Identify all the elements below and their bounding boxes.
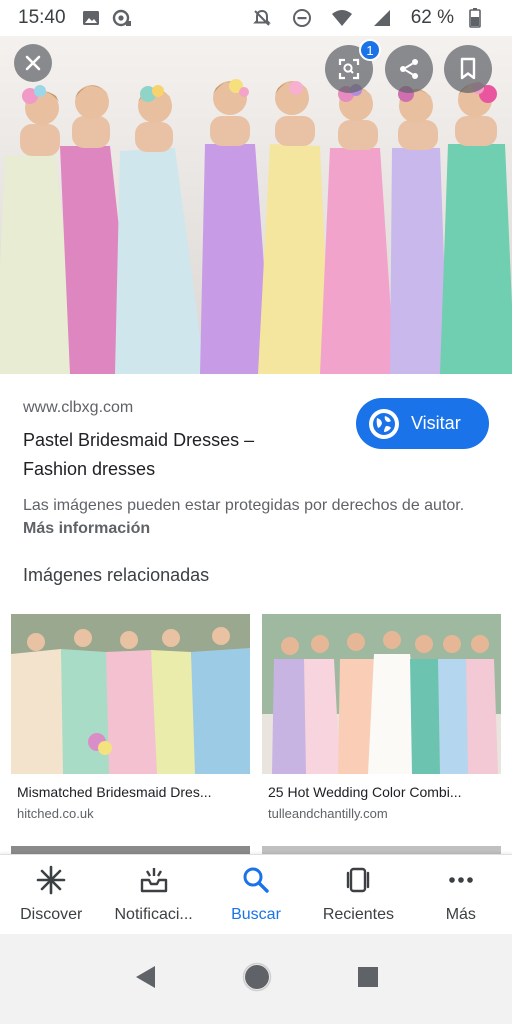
related-heading: Imágenes relacionadas <box>23 565 210 585</box>
bottom-navigation: Discover Notificaci... Buscar Recientes … <box>0 854 512 934</box>
visit-button[interactable]: Visitar <box>356 398 489 449</box>
inbox-icon <box>139 865 169 900</box>
wifi-icon <box>331 7 353 29</box>
result-title[interactable]: Pastel Bridesmaid Dresses – Fashion dres… <box>23 426 323 484</box>
asterisk-icon <box>36 865 66 900</box>
nav-search[interactable]: Buscar <box>205 855 307 934</box>
copyright-notice: Las imágenes pueden estar protegidas por… <box>23 494 483 540</box>
hero-image[interactable]: 1 <box>0 36 512 374</box>
related-domain: tulleandchantilly.com <box>268 806 388 821</box>
nav-label: Más <box>445 906 476 923</box>
close-icon <box>24 54 42 72</box>
nav-label: Discover <box>20 906 83 923</box>
related-card-2[interactable]: 25 Hot Wedding Color Combi... tulleandch… <box>262 614 501 821</box>
system-navigation-bar <box>0 934 512 1024</box>
visit-label: Visitar <box>411 413 461 433</box>
lens-icon <box>337 57 361 81</box>
share-button[interactable] <box>385 45 433 93</box>
search-icon <box>241 865 271 900</box>
nav-label: Recientes <box>322 906 394 923</box>
tabs-icon <box>343 865 373 900</box>
bridesmaids-photo <box>0 36 512 374</box>
sync-icon <box>110 7 132 29</box>
status-time: 15:40 <box>18 7 66 28</box>
related-card-1[interactable]: Mismatched Bridesmaid Dres... hitched.co… <box>11 614 250 821</box>
status-bar: 15:40 62 % <box>0 0 512 36</box>
globe-icon <box>369 408 399 439</box>
nav-more[interactable]: Más <box>410 855 512 934</box>
related-thumb <box>262 614 501 774</box>
image-icon <box>80 7 102 29</box>
source-domain[interactable]: www.clbxg.com <box>23 399 133 417</box>
related-domain: hitched.co.uk <box>17 806 94 821</box>
mute-icon <box>251 7 273 29</box>
close-button[interactable] <box>14 44 52 82</box>
nav-label: Buscar <box>231 906 281 923</box>
overview-icon[interactable] <box>357 966 379 993</box>
more-info-link[interactable]: Más información <box>23 520 150 537</box>
battery-icon <box>464 7 486 29</box>
share-icon <box>397 57 421 81</box>
nav-recent[interactable]: Recientes <box>307 855 409 934</box>
bookmark-icon <box>458 57 478 81</box>
nav-discover[interactable]: Discover <box>0 855 102 934</box>
battery-percent: 62 % <box>410 7 454 28</box>
lens-badge: 1 <box>359 39 381 61</box>
signal-icon <box>371 7 393 29</box>
copyright-text: Las imágenes pueden estar protegidas por… <box>23 497 465 514</box>
related-caption: 25 Hot Wedding Color Combi... <box>268 784 462 800</box>
home-icon[interactable] <box>242 962 272 997</box>
related-thumb <box>11 614 250 774</box>
save-button[interactable] <box>444 45 492 93</box>
back-icon[interactable] <box>133 964 157 995</box>
lens-button[interactable]: 1 <box>325 39 381 93</box>
dnd-icon <box>291 7 313 29</box>
related-caption: Mismatched Bridesmaid Dres... <box>17 784 212 800</box>
nav-label: Notificaci... <box>114 906 193 923</box>
nav-notifications[interactable]: Notificaci... <box>102 855 204 934</box>
more-icon <box>446 865 476 900</box>
